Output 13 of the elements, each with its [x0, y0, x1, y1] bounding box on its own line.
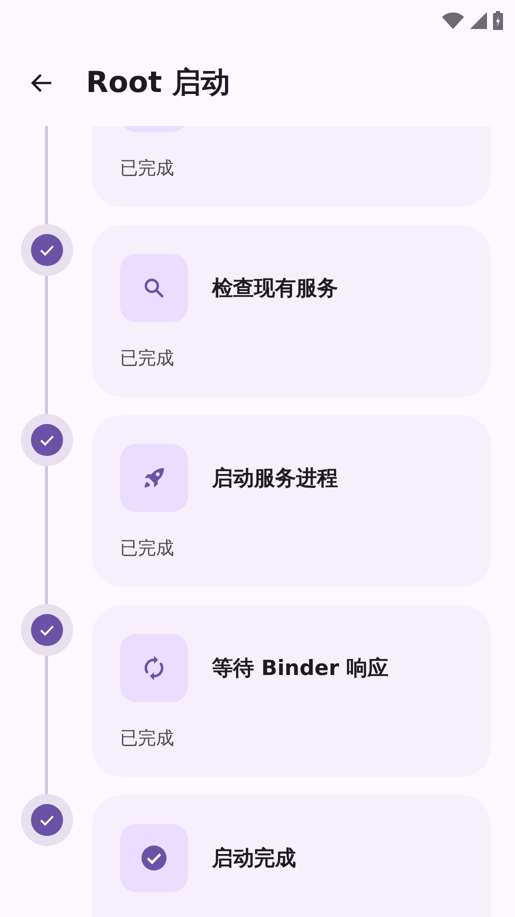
step-title: 启动服务进程	[212, 465, 338, 492]
step-title: 启动完成	[212, 845, 296, 872]
step-title: 检查现有服务	[212, 275, 338, 302]
battery-icon	[493, 10, 503, 30]
wifi-icon	[442, 12, 464, 28]
check-circle-icon	[139, 843, 169, 873]
signal-icon	[470, 12, 487, 28]
step-status: 已完成	[120, 347, 175, 370]
step-status: 已完成	[120, 727, 175, 750]
step-title: 等待 Binder 响应	[212, 655, 388, 682]
step-status: 已完成	[120, 157, 175, 180]
step-status: 已完成	[120, 537, 175, 560]
page-title: Root 启动	[86, 64, 230, 101]
